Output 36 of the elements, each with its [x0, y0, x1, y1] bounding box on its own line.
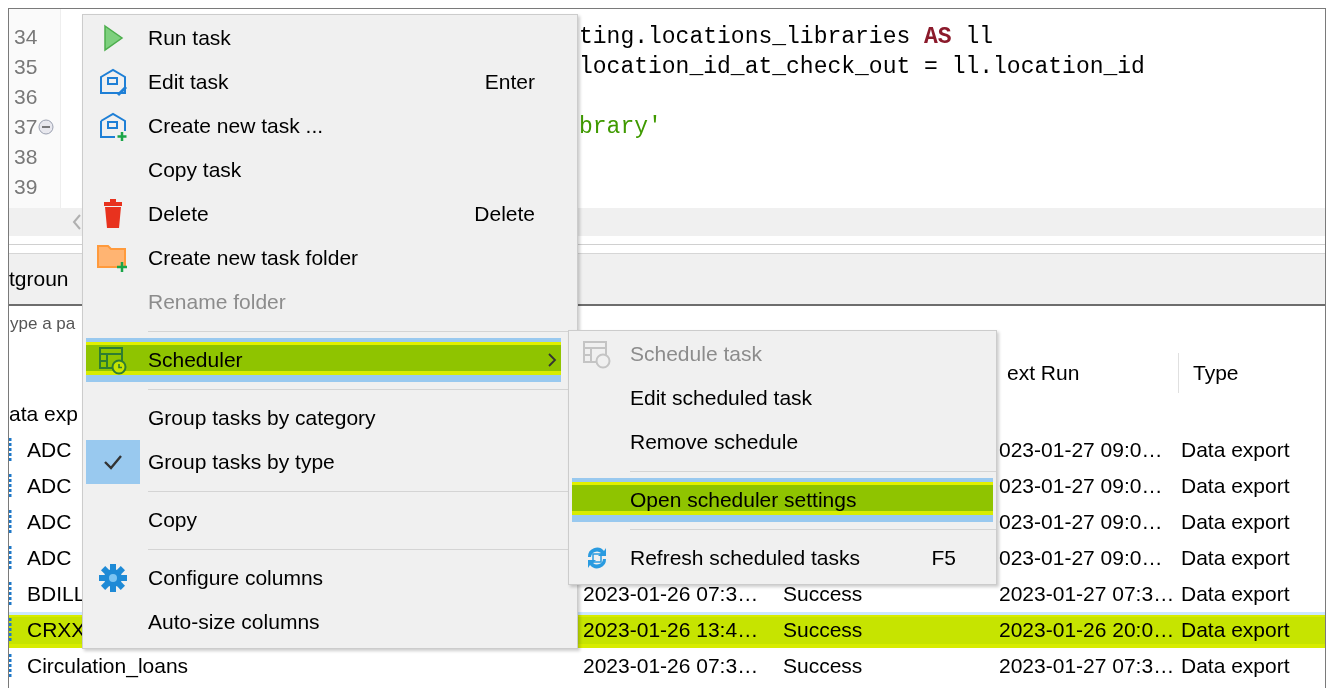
table-cell: 023-01-27 09:0…	[999, 546, 1163, 570]
table-cell: Data export	[1181, 618, 1290, 642]
code-line: brary'	[579, 114, 662, 140]
table-cell: Data export	[1181, 654, 1290, 678]
table-cell: 2023-01-27 07:3…	[999, 654, 1175, 678]
table-cell: 2023-01-26 07:3…	[583, 654, 759, 678]
line-number: 37	[14, 115, 38, 139]
table-cell: Data export	[1181, 438, 1290, 462]
table-cell: ADC	[27, 546, 72, 570]
table-cell: Success	[783, 654, 863, 678]
table-cell: Success	[783, 582, 863, 606]
table-cell: 023-01-27 09:0…	[999, 438, 1163, 462]
table-cell: 2023-01-26 20:0…	[999, 618, 1175, 642]
table-cell: CRXX	[27, 618, 86, 642]
line-number: 36	[14, 85, 38, 109]
line-number: 38	[14, 145, 38, 169]
table-cell: 2023-01-26 13:4…	[583, 618, 759, 642]
table-cell: Circulation_loans	[27, 654, 189, 678]
table-cell: BDILL	[27, 582, 86, 606]
code-line: ting.locations_libraries AS ll	[579, 24, 994, 50]
table-cell: ADC	[27, 474, 72, 498]
code-line: location_id_at_check_out = ll.location_id	[579, 54, 1145, 80]
line-number: 39	[14, 175, 38, 199]
table-cell: Data export	[1181, 582, 1290, 606]
table-cell: Success	[783, 618, 863, 642]
table-cell: Data export	[1181, 474, 1290, 498]
table-cell: ADC	[27, 510, 72, 534]
table-cell: 2023-01-27 07:3…	[999, 582, 1175, 606]
table-cell: 023-01-27 09:0…	[999, 474, 1163, 498]
line-number: 35	[14, 55, 38, 79]
line-number: 34	[14, 25, 38, 49]
table-cell: Data export	[1181, 510, 1290, 534]
table-cell: Data export	[1181, 546, 1290, 570]
table-cell: 023-01-27 09:0…	[999, 510, 1163, 534]
table-cell: 2023-01-26 07:3…	[583, 582, 759, 606]
table-cell: ADC	[27, 438, 72, 462]
